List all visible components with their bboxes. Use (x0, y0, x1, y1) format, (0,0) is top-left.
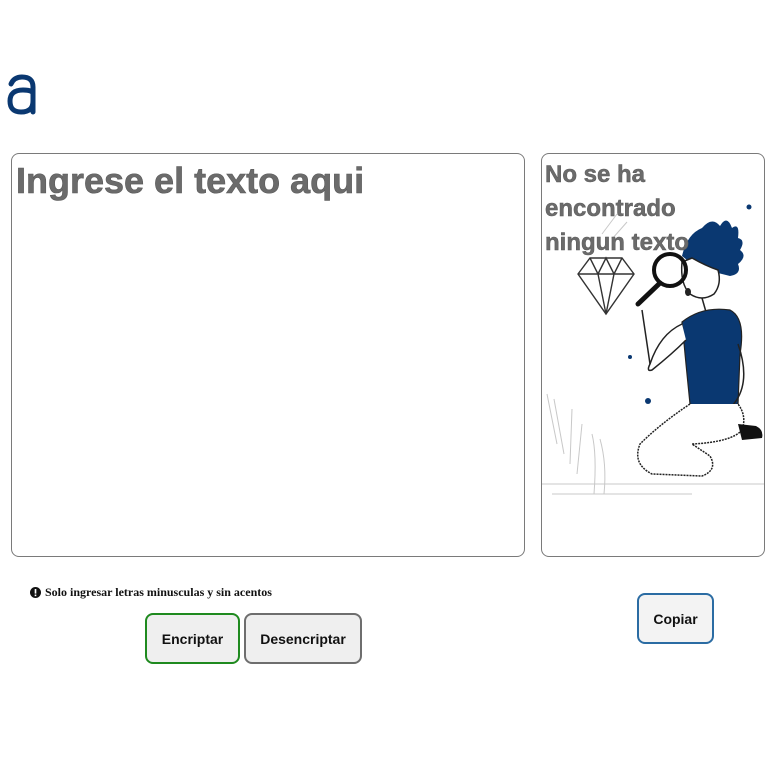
output-panel: No se ha encontrado ningun texto (541, 153, 765, 557)
input-panel (11, 153, 525, 557)
input-hint: Solo ingresar letras minusculas y sin ac… (30, 585, 272, 600)
decrypt-button[interactable]: Desencriptar (244, 613, 362, 664)
encrypt-button[interactable]: Encriptar (145, 613, 240, 664)
brand-logo (6, 74, 36, 116)
copy-button[interactable]: Copiar (637, 593, 714, 644)
exclamation-circle-icon (30, 587, 41, 598)
text-input[interactable] (16, 160, 518, 550)
hint-text: Solo ingresar letras minusculas y sin ac… (45, 585, 272, 599)
no-text-message: No se ha encontrado ningun texto (545, 161, 689, 257)
logo-a-icon (7, 74, 36, 115)
